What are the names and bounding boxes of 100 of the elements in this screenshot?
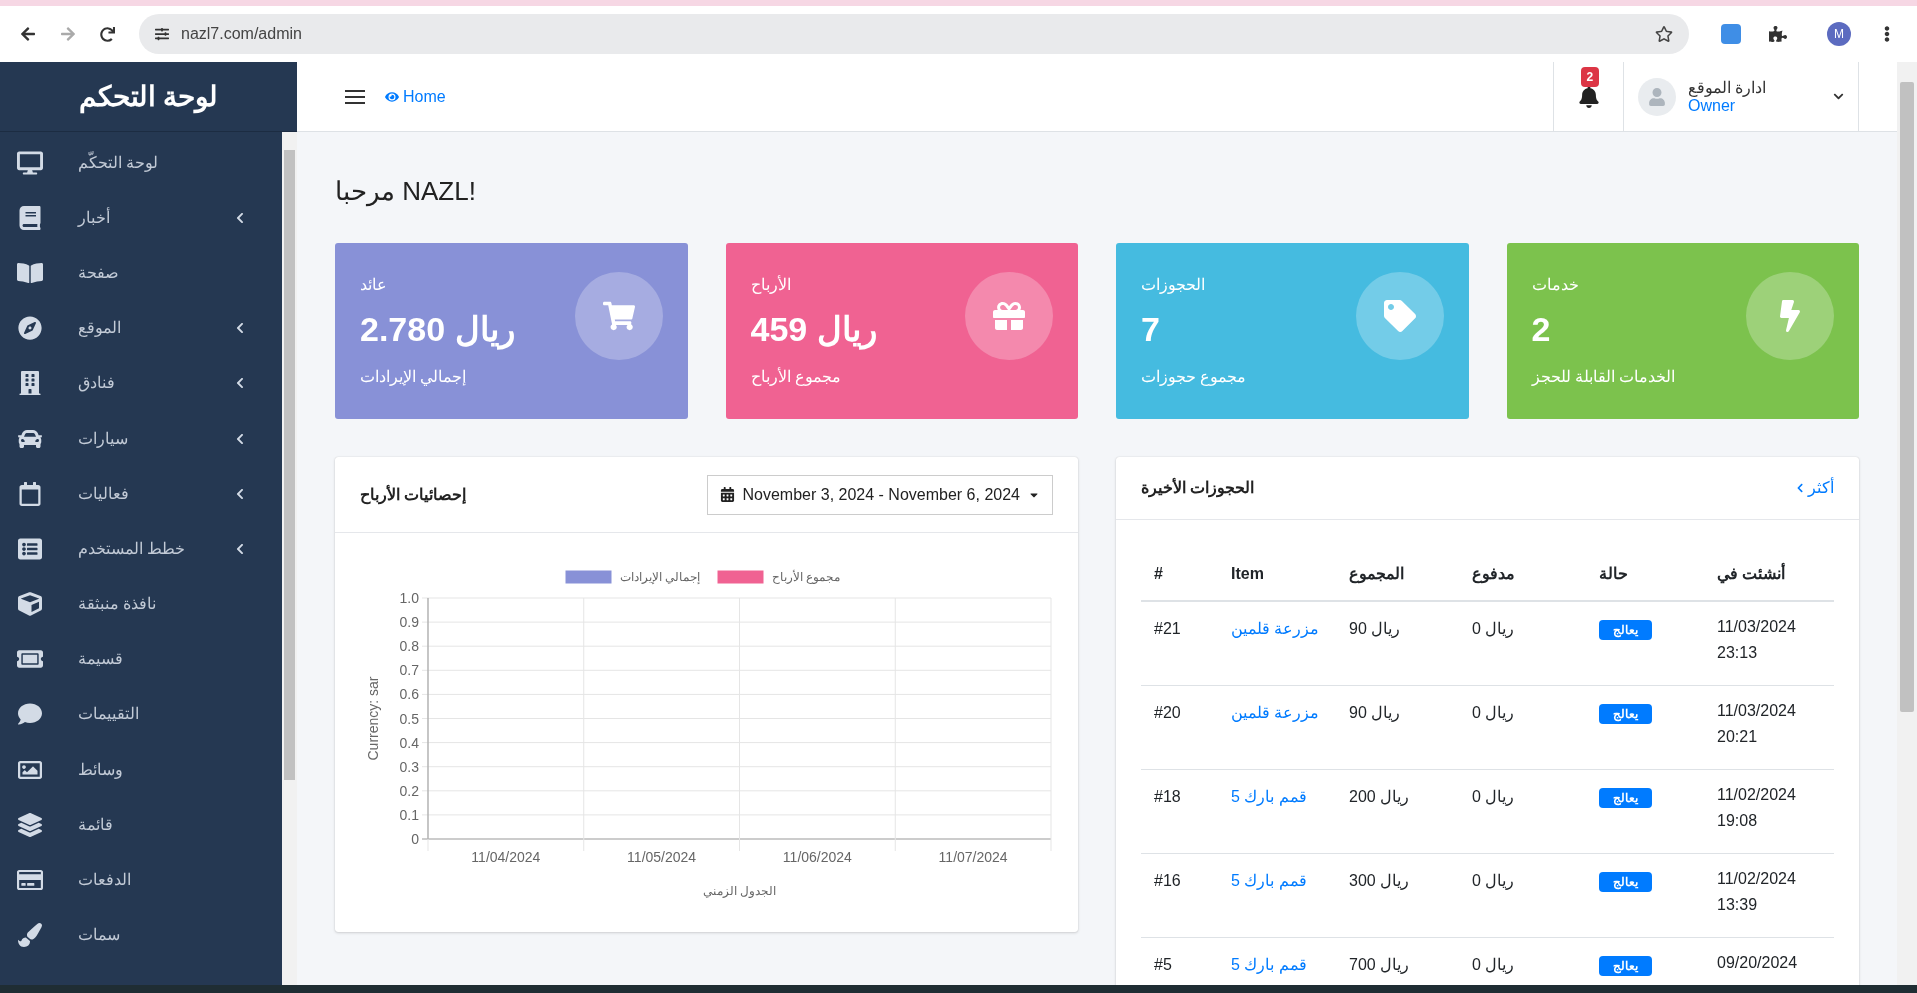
table-cell-text: 11/02/2024 13:39 [1717,869,1797,915]
table-cell-text: 09/20/2024 [1717,953,1799,973]
item-link[interactable]: قمم بارك 5 [1231,872,1307,889]
sidebar-item[interactable]: أخبار [0,190,282,246]
column-header: أنشئت في [1717,565,1786,582]
column-header: # [1154,565,1163,582]
sidebar-item[interactable]: صفحة [0,245,282,301]
table-cell: #16 [1154,872,1181,889]
x-tick-label: 11/07/2024 [938,849,1008,865]
table-cell: #5 [1154,956,1172,973]
table-cell-text: 11/02/2024 19:08 [1717,785,1797,831]
user-name: ادارة الموقع [1688,78,1767,97]
user-avatar [1638,77,1676,116]
scrollbar[interactable] [282,132,297,985]
item-link[interactable]: مزرعة قلمين [1231,620,1320,637]
y-tick-label: 0 [411,831,419,847]
star-icon[interactable] [1655,25,1673,43]
sidebar-item[interactable]: نافذة منبثقة [0,576,282,632]
sidebar-item[interactable]: فعاليات [0,466,282,522]
menu-icon[interactable] [345,89,365,104]
status-badge: يعالج [1599,788,1652,808]
sidebar-item[interactable]: قائمة [0,797,282,853]
home-link[interactable]: Home [385,84,446,109]
chevron-icon [234,487,246,500]
column-header: حالة [1599,565,1628,582]
y-tick-label: 0.1 [399,806,419,823]
y-axis-title: Currency: sar [365,676,381,761]
item-link[interactable]: مزرعة قلمين [1231,704,1320,721]
cube-icon [17,592,43,617]
x-axis-title: الجدول الزمني [702,884,777,898]
reload-icon[interactable] [100,26,115,42]
y-tick-label: 0.4 [399,734,419,751]
stat-value: 7 [1141,309,1161,349]
sidebar-item[interactable]: لوحة التحكّم [0,135,282,191]
address-bar[interactable]: nazl7.com/admin [139,14,1689,54]
gift-icon [993,300,1025,332]
site-settings-icon[interactable] [155,27,169,41]
y-tick-label: 0.3 [399,758,419,775]
profile-avatar[interactable]: M [1827,22,1851,46]
url-text: nazl7.com/admin [181,24,303,44]
table-cell: #20 [1154,704,1181,721]
chevron-icon [234,377,246,390]
sidebar-item[interactable]: الموقع [0,300,282,356]
cart-icon [602,300,635,332]
sidebar-item[interactable]: التقييمات [0,686,282,743]
stat-caption: الخدمات القابلة للحجز [1531,367,1677,388]
legend-label: مجموع الأرباح [772,570,841,584]
sidebar-item[interactable]: وسائط [0,742,282,798]
chevron-icon [1795,483,1805,493]
sidebar-item[interactable]: فنادق [0,355,282,411]
card-title: الحجوزات الأخيرة [1141,477,1256,500]
bell-icon[interactable] [1577,85,1600,108]
compass-icon [17,316,43,341]
sidebar-item[interactable]: سيارات [0,410,282,467]
monitor-icon [17,150,43,175]
legend-label: إجمالي الإيرادات [620,570,701,584]
y-tick-label: 0.5 [399,710,419,727]
tag-icon [1383,300,1416,332]
sidebar-title: لوحة التحكم [78,79,219,116]
stat-label: الأرباح [750,274,792,296]
chevron-icon [234,432,246,445]
y-tick-label: 0.8 [399,638,419,655]
table-cell: #21 [1154,620,1181,637]
sidebar-item[interactable]: الدفعات [0,852,282,908]
x-tick-label: 11/06/2024 [782,849,852,865]
user-role: Owner [1688,96,1736,115]
card-title: إحصائيات الأرباح [360,484,468,507]
building-icon [17,371,43,396]
back-icon[interactable] [20,26,36,42]
paintbrush-icon [17,923,43,948]
column-header: المجموع [1349,565,1404,582]
chevron-icon [1833,91,1844,102]
table-cell-text: 11/03/2024 23:13 [1717,617,1797,663]
sidebar-item[interactable]: خطط المستخدم [0,521,282,577]
y-tick-label: 0.7 [399,662,419,679]
stat-caption: مجموع الأرباح [750,366,842,388]
y-tick-label: 1.0 [399,590,419,606]
calendar-icon [17,481,43,506]
stat-caption: إجمالي الإيرادات [360,367,468,388]
sidebar-item[interactable]: قسيمة [0,631,282,687]
status-badge: يعالج [1599,956,1652,976]
column-header: Item [1231,565,1264,582]
item-link[interactable]: قمم بارك 5 [1231,788,1307,805]
x-tick-label: 11/05/2024 [627,849,697,865]
stat-value: 2 [1531,309,1552,349]
scrollbar[interactable] [1897,62,1917,985]
item-link[interactable]: قمم بارك 5 [1231,956,1307,973]
stat-caption: مجموع حجوزات [1141,367,1248,388]
y-tick-label: 0.9 [399,614,419,631]
sidebar-item[interactable]: سمات [0,907,282,963]
more-link[interactable]: أكثر [1795,476,1834,500]
chevron-icon [234,322,246,335]
y-tick-label: 0.2 [399,782,419,799]
list-icon [17,536,43,561]
stat-label: خدمات [1531,275,1580,295]
puzzle-icon[interactable] [1769,25,1787,43]
eye-icon [385,89,399,104]
date-range-picker[interactable]: November 3, 2024 - November 6, 2024 [706,474,1053,515]
calendar-icon [719,487,735,502]
stat-label: الحجوزات [1141,275,1206,296]
